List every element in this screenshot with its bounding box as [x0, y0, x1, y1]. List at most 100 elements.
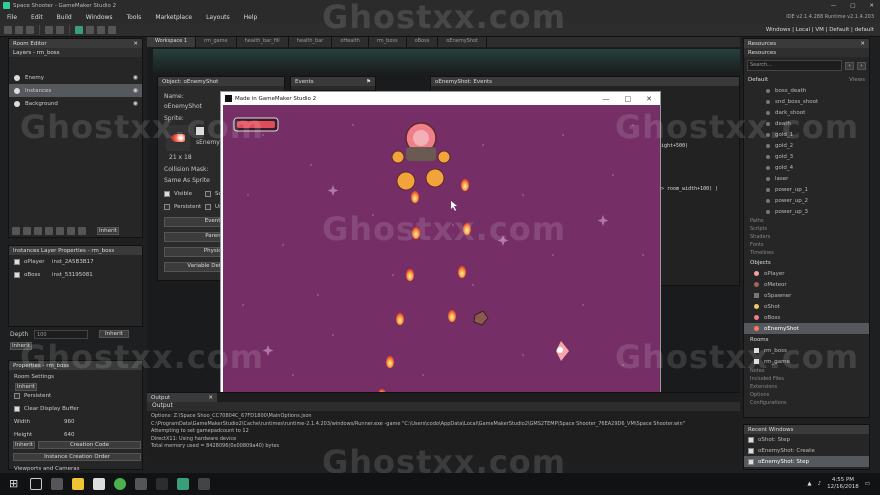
object-item-selected[interactable]: oEnemyShot — [744, 323, 869, 334]
tab-ohealth[interactable]: oHealth — [332, 37, 369, 47]
group-included-files[interactable]: Included Files — [750, 375, 869, 383]
close-icon[interactable]: ✕ — [133, 41, 138, 47]
path-layer-icon[interactable] — [45, 227, 53, 235]
maximize-button[interactable]: □ — [625, 95, 632, 103]
notifications-icon[interactable]: ▭ — [865, 481, 870, 487]
group-paths[interactable]: Paths — [750, 217, 869, 225]
flag-icon[interactable]: ⚑ — [366, 79, 371, 85]
menu-edit[interactable]: Edit — [24, 14, 50, 21]
store-icon[interactable] — [93, 478, 105, 490]
object-item[interactable]: oPlayer — [744, 268, 869, 279]
tab-health-bar[interactable]: health_bar — [289, 37, 333, 47]
instance-layer-icon[interactable] — [23, 227, 31, 235]
redo-icon[interactable] — [56, 25, 64, 34]
group-fonts[interactable]: Fonts — [750, 241, 869, 249]
save-icon[interactable] — [26, 25, 34, 34]
stop-icon[interactable] — [97, 25, 105, 34]
asset-layer-icon[interactable] — [56, 227, 64, 235]
minimize-button[interactable]: — — [831, 3, 837, 9]
recent-item[interactable]: oEnemyShot: Create — [744, 445, 869, 456]
undo-icon[interactable] — [45, 25, 53, 34]
group-configurations[interactable]: Configurations — [750, 399, 869, 407]
previous-icon[interactable]: ‹ — [845, 61, 854, 70]
inherit-button[interactable]: Inherit — [10, 342, 32, 350]
gamemaker-runner-icon[interactable] — [198, 478, 210, 490]
target-selector[interactable]: Windows | Local | VM | Default | default — [766, 27, 880, 33]
chrome-icon[interactable] — [114, 478, 126, 490]
tab-oenemyshot[interactable]: oEnemyShot — [438, 37, 488, 47]
maximize-button[interactable]: □ — [850, 3, 855, 9]
depth-input[interactable]: 100 — [34, 330, 88, 339]
menu-file[interactable]: File — [0, 14, 24, 21]
default-group-row[interactable]: Default Views — [744, 74, 869, 85]
layer-enemy[interactable]: Enemy ◉ — [9, 71, 142, 84]
new-project-icon[interactable] — [4, 25, 12, 34]
file-explorer-icon[interactable] — [51, 478, 63, 490]
folder-icon[interactable] — [72, 478, 84, 490]
room-item[interactable]: rm_game — [744, 356, 869, 367]
sound-item[interactable]: snd_boss_shoot — [744, 96, 869, 107]
eye-icon[interactable]: ◉ — [133, 100, 138, 107]
menu-help[interactable]: Help — [237, 14, 265, 21]
object-item[interactable]: oMeteor — [744, 279, 869, 290]
checkbox[interactable] — [14, 258, 20, 265]
rooms-group[interactable]: Rooms — [744, 334, 869, 345]
menu-build[interactable]: Build — [50, 14, 79, 21]
collision-mask-select[interactable]: Same As Sprite — [164, 177, 210, 184]
sound-item[interactable]: power_up_2 — [744, 195, 869, 206]
task-view-icon[interactable] — [30, 478, 42, 490]
object-item[interactable]: oShot — [744, 301, 869, 312]
tab-workspace-1[interactable]: Workspace 1 — [147, 37, 197, 47]
height-value[interactable]: 640 — [64, 432, 75, 438]
inherit-button[interactable]: Inherit — [99, 330, 129, 338]
group-options[interactable]: Options — [750, 391, 869, 399]
visible-row[interactable]: Visible — [160, 187, 192, 200]
menu-layouts[interactable]: Layouts — [199, 14, 237, 21]
checkbox[interactable] — [164, 190, 170, 197]
close-icon[interactable]: ✕ — [208, 395, 213, 401]
layer-background[interactable]: Background ◉ — [9, 97, 142, 110]
clock[interactable]: 4:55 PM 12/16/2018 — [827, 477, 859, 491]
eye-icon[interactable]: ◉ — [133, 74, 138, 81]
checkbox[interactable] — [14, 392, 20, 399]
inherit-button[interactable]: Inherit — [13, 441, 35, 449]
tab-rm-boss[interactable]: rm_boss — [369, 37, 407, 47]
inherit-button[interactable]: Inherit — [15, 383, 37, 391]
sound-item[interactable]: power_up_3 — [744, 206, 869, 217]
object-item[interactable]: oSpawner — [744, 290, 869, 301]
sound-item[interactable]: power_up_1 — [744, 184, 869, 195]
recent-item-selected[interactable]: oEnemyShot: Step — [744, 456, 869, 467]
sound-item[interactable]: boss_death — [744, 85, 869, 96]
debug-icon[interactable] — [86, 25, 94, 34]
group-extensions[interactable]: Extensions — [750, 383, 869, 391]
next-icon[interactable]: › — [857, 61, 866, 70]
tab-oboss[interactable]: oBoss — [407, 37, 439, 47]
group-scripts[interactable]: Scripts — [750, 225, 869, 233]
sound-item[interactable]: gold_1 — [744, 129, 869, 140]
tab-rm-game[interactable]: rm_game — [196, 37, 237, 47]
object-name-field[interactable]: oEnemyShot — [164, 103, 202, 110]
open-project-icon[interactable] — [15, 25, 23, 34]
menu-tools[interactable]: Tools — [120, 14, 149, 21]
menu-marketplace[interactable]: Marketplace — [148, 14, 199, 21]
minimize-button[interactable]: — — [603, 95, 610, 103]
network-icon[interactable]: ▲ — [807, 481, 811, 487]
edit-sprite-icon[interactable] — [196, 127, 204, 135]
checkbox[interactable] — [14, 271, 20, 278]
folder-icon[interactable] — [67, 227, 75, 235]
tab-health-bar-fill[interactable]: health_bar_fill — [237, 37, 289, 47]
gamemaker-icon[interactable] — [177, 478, 189, 490]
run-icon[interactable] — [75, 25, 83, 34]
layer-instances[interactable]: Instances ◉ — [9, 84, 142, 97]
width-value[interactable]: 960 — [64, 419, 75, 425]
clear-display-row[interactable]: Clear Display Buffer — [9, 402, 142, 415]
volume-icon[interactable]: ♪ — [818, 481, 822, 487]
room-item[interactable]: rm_boss — [744, 345, 869, 356]
menu-windows[interactable]: Windows — [79, 14, 120, 21]
inherit-button[interactable]: Inherit — [97, 227, 119, 235]
group-timelines[interactable]: Timelines — [750, 249, 869, 257]
checkbox[interactable] — [205, 190, 211, 197]
instance-row[interactable]: oPlayer inst_2A5B3B17 — [9, 255, 142, 268]
gamemaker-icon[interactable] — [156, 478, 168, 490]
close-button[interactable]: ✕ — [646, 95, 652, 103]
